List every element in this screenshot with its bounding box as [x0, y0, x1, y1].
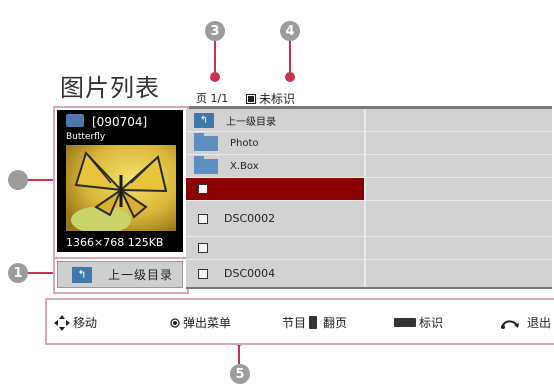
- unmarked-label: 未标识: [259, 92, 296, 106]
- help-move-label: 移动: [73, 316, 98, 330]
- folder-icon: [194, 155, 218, 174]
- list-cell-empty: [366, 237, 552, 260]
- list-item-label: Photo: [230, 137, 259, 149]
- up-level-label: 上一级目录: [108, 268, 174, 282]
- help-popup-menu: 弹出菜单: [170, 314, 231, 331]
- photo-file-icon: [198, 213, 208, 224]
- list-cell-empty: [366, 155, 552, 178]
- preview-title: Butterfly: [66, 132, 106, 142]
- callout-5: 5: [230, 364, 250, 384]
- callout-4: 4: [280, 21, 300, 41]
- checkbox-icon: [246, 93, 256, 104]
- up-arrow-icon: ↰: [194, 112, 214, 128]
- list-item[interactable]: [186, 237, 364, 260]
- page-updown-icon: [309, 316, 318, 329]
- list-cell-empty: [366, 178, 552, 201]
- preview-thumbnail: [66, 145, 176, 231]
- photo-icon: [66, 114, 84, 127]
- help-page-turn-label: 翻页: [323, 316, 348, 330]
- list-item-label: DSC0004: [224, 267, 276, 280]
- unmarked-indicator: 未标识: [246, 90, 295, 107]
- list-item-label: 上一级目录: [226, 116, 276, 128]
- callout-4-line: [289, 41, 291, 75]
- callout-3-dot: [210, 72, 220, 82]
- list-cell-empty: [366, 132, 552, 155]
- list-item[interactable]: DSC0004: [186, 260, 364, 287]
- photo-file-icon: [198, 268, 208, 279]
- list-item-label: DSC0002: [224, 212, 276, 225]
- list-cell-empty: [366, 109, 552, 132]
- page-title: 图片列表: [60, 74, 160, 102]
- ok-button-icon: [170, 317, 180, 328]
- help-popup-menu-label: 弹出菜单: [183, 316, 232, 330]
- list-bottom-divider: [186, 287, 552, 289]
- help-exit: 退出: [500, 314, 551, 331]
- help-page-prefix: 节目: [282, 316, 307, 330]
- callout-3-line: [214, 41, 216, 75]
- help-page-turn: 节目 翻页: [282, 314, 347, 331]
- list-item[interactable]: DSC0002: [186, 201, 364, 237]
- list-item-label: X.Box: [230, 160, 259, 172]
- help-mark-label: 标识: [419, 316, 444, 330]
- list-cell-empty: [366, 201, 552, 237]
- folder-icon: [194, 132, 218, 151]
- list-item-selected[interactable]: [186, 178, 364, 201]
- callout-4-dot: [285, 72, 295, 82]
- list-item[interactable]: Photo: [186, 132, 364, 155]
- preview-name: [090704]: [92, 115, 148, 129]
- up-arrow-icon: ↰: [72, 266, 92, 283]
- help-exit-label: 退出: [527, 316, 552, 330]
- callout-preview: [8, 170, 28, 190]
- preview-size-info: 1366×768 125KB: [66, 236, 164, 249]
- back-exit-icon: [501, 319, 519, 329]
- help-move: 移动: [54, 314, 97, 331]
- callout-1: 1: [8, 263, 28, 283]
- navigate-arrows-icon: [54, 314, 70, 331]
- list-item[interactable]: ↰ 上一级目录: [186, 109, 364, 132]
- callout-3: 3: [205, 21, 225, 41]
- list-item[interactable]: X.Box: [186, 155, 364, 178]
- page-number: 页 1/1: [196, 92, 229, 105]
- photo-file-icon: [198, 243, 208, 253]
- mark-button-icon: [394, 318, 416, 327]
- file-list: ↰ 上一级目录 Photo X.Box DSC0002 DSC0004: [186, 109, 552, 287]
- help-mark: 标识: [394, 314, 443, 331]
- photo-file-icon: [198, 184, 208, 194]
- list-cell-empty: [366, 260, 552, 287]
- up-level-button[interactable]: ↰ 上一级目录: [57, 261, 183, 288]
